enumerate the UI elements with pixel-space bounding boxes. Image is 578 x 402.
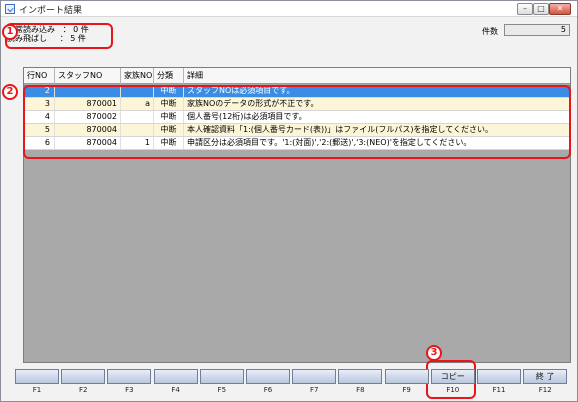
f8-key-label: F8	[356, 386, 365, 394]
f12-button[interactable]: 終 了	[523, 369, 568, 384]
f7-button[interactable]	[292, 369, 337, 384]
header-category[interactable]: 分類	[154, 68, 184, 84]
function-key-bar: F1 F2 F3 F4 F5 F6 F7 F8 F9 コピー F10 F11 終 了 F12	[15, 369, 571, 399]
f10-button[interactable]: コピー	[430, 369, 475, 384]
function-key-f7: F7	[292, 369, 337, 399]
import-window-icon	[5, 4, 15, 14]
f2-button[interactable]	[61, 369, 106, 384]
minimize-icon[interactable]: –	[517, 3, 533, 15]
f5-key-label: F5	[217, 386, 227, 394]
close-icon[interactable]: ✕	[549, 3, 571, 15]
f10-key-label: F10	[446, 386, 460, 394]
function-key-f9: F9	[384, 369, 430, 399]
count-label: 件数	[482, 27, 498, 36]
callout-frame-2	[23, 85, 571, 159]
f9-button[interactable]	[384, 369, 429, 384]
function-key-f8: F8	[338, 369, 383, 399]
f8-button[interactable]	[338, 369, 383, 384]
f3-key-label: F3	[125, 386, 134, 394]
f6-key-label: F6	[263, 386, 273, 394]
header-staff-no[interactable]: スタッフNO	[55, 68, 121, 84]
grid-header: 行NO スタッフNO 家族NO 分類 詳細	[24, 68, 570, 84]
callout-frame-1	[5, 23, 113, 49]
count-field: 5	[504, 24, 570, 36]
import-result-window: インポート結果 – □ ✕ 正常読み込み ： 0 件 読み飛ばし ： 5 件 件…	[0, 0, 578, 402]
function-key-f5: F5	[199, 369, 245, 399]
f3-button[interactable]	[107, 369, 152, 384]
window-title: インポート結果	[19, 6, 83, 16]
f1-key-label: F1	[32, 386, 42, 394]
header-detail[interactable]: 詳細	[184, 68, 570, 84]
f12-key-label: F12	[538, 386, 552, 394]
header-family-no[interactable]: 家族NO	[121, 68, 154, 84]
f4-key-label: F4	[171, 386, 180, 394]
f7-key-label: F7	[309, 386, 319, 394]
f5-button[interactable]	[199, 369, 244, 384]
function-key-f11: F11	[477, 369, 522, 399]
function-key-f10: コピー F10	[430, 369, 476, 399]
function-key-f2: F2	[61, 369, 106, 399]
title-bar: インポート結果 – □ ✕	[1, 1, 577, 17]
function-key-f6: F6	[246, 369, 291, 399]
callout-badge-2: 2	[2, 84, 18, 100]
f11-key-label: F11	[492, 386, 506, 394]
function-key-f4: F4	[153, 369, 199, 399]
f1-button[interactable]	[15, 369, 59, 384]
callout-badge-3: 3	[426, 345, 442, 361]
f2-key-label: F2	[78, 386, 88, 394]
f4-button[interactable]	[153, 369, 198, 384]
maximize-icon[interactable]: □	[533, 3, 549, 15]
callout-badge-1: 1	[2, 24, 18, 40]
function-key-f1: F1	[15, 369, 60, 399]
f6-button[interactable]	[246, 369, 290, 384]
f11-button[interactable]	[477, 369, 521, 384]
function-key-f12: 終 了 F12	[523, 369, 568, 399]
function-key-f3: F3	[107, 369, 152, 399]
header-row-no[interactable]: 行NO	[24, 68, 55, 84]
f9-key-label: F9	[402, 386, 411, 394]
